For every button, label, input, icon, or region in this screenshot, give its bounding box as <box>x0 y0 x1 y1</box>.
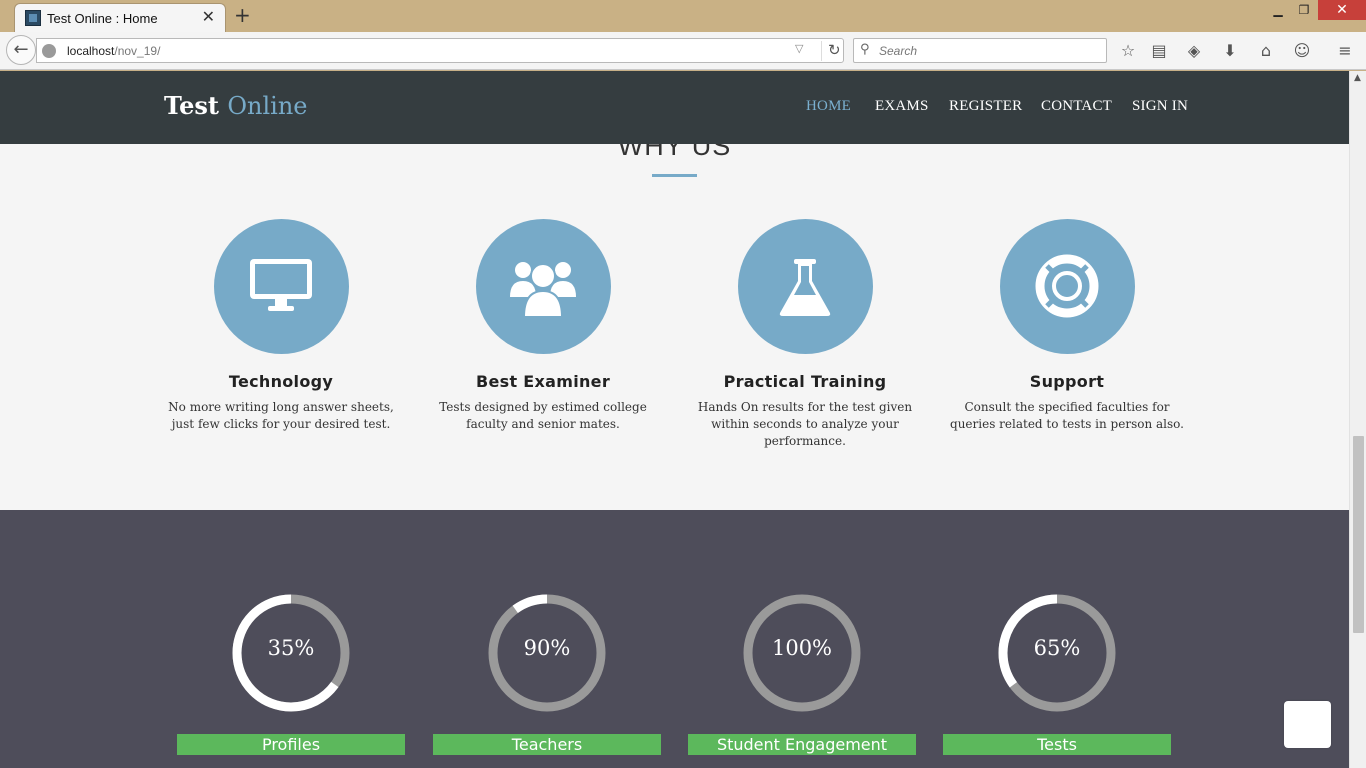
search-placeholder: Search <box>879 44 918 58</box>
search-input[interactable]: ⚲ Search <box>853 38 1107 63</box>
tab-title: Test Online : Home <box>47 11 158 26</box>
scroll-up-icon[interactable]: ▲ <box>1354 73 1361 83</box>
nav-register[interactable]: REGISTER <box>949 98 1022 115</box>
pocket-icon[interactable]: ◈ <box>1183 40 1205 62</box>
minimize-window-button[interactable]: ▁ <box>1266 0 1290 20</box>
reload-icon[interactable]: ↻ <box>821 41 841 61</box>
stat-label: Teachers <box>433 734 661 755</box>
star-icon[interactable]: ☆ <box>1117 40 1139 62</box>
feature-support: Support Consult the specified faculties … <box>941 219 1193 433</box>
close-window-button[interactable]: ✕ <box>1318 0 1366 20</box>
feature-title: Technology <box>228 372 334 391</box>
feature-description: Consult the specified faculties for quer… <box>950 400 1184 431</box>
url-text[interactable]: localhost/nov_19/ <box>67 44 160 58</box>
feature-icon-circle <box>475 219 611 354</box>
feature-icon-circle <box>737 219 873 354</box>
lifebuoy-icon <box>1035 254 1098 318</box>
url-path: /nov_19/ <box>114 44 161 58</box>
close-tab-icon[interactable]: ✕ <box>202 8 215 26</box>
feature-title: Support <box>1029 372 1105 391</box>
globe-icon <box>42 44 56 58</box>
feature-title: Practical Training <box>723 372 887 391</box>
nav-exams[interactable]: EXAMS <box>875 98 929 115</box>
new-tab-button[interactable]: + <box>234 5 251 25</box>
back-to-top-button[interactable] <box>1284 701 1331 748</box>
feature-technology: Technology No more writing long answer s… <box>155 219 407 433</box>
feature-title: Best Examiner <box>475 372 611 391</box>
stat-value: 100% <box>771 636 833 660</box>
reading-list-icon[interactable]: ▤ <box>1148 40 1170 62</box>
browser-tab[interactable]: Test Online : Home ✕ <box>14 3 226 32</box>
title-underline <box>652 174 697 177</box>
nav-contact[interactable]: CONTACT <box>1041 98 1112 115</box>
address-bar[interactable]: localhost/nov_19/ ▽ ↻ <box>36 38 844 63</box>
group-icon <box>509 262 576 318</box>
flask-icon <box>779 259 830 316</box>
feature-icon-circle <box>213 219 349 354</box>
scrollbar-thumb[interactable] <box>1353 436 1364 633</box>
download-icon[interactable]: ⬇ <box>1219 40 1241 62</box>
feature-description: Hands On results for the test given with… <box>697 400 913 448</box>
browser-tab-strip: Test Online : Home ✕ + ▁ ❐ ✕ <box>0 0 1366 32</box>
stat-value: 65% <box>1033 636 1081 660</box>
restore-window-button[interactable]: ❐ <box>1292 0 1316 20</box>
monitor-icon <box>249 259 312 311</box>
feature-description: No more writing long answer sheets, just… <box>168 400 394 431</box>
site-navbar: Test Online HOME EXAMS REGISTER CONTACT … <box>0 71 1349 144</box>
search-icon: ⚲ <box>860 42 870 57</box>
brand-main: Test <box>164 91 219 120</box>
stats-section: 35% Profiles 90% Teachers 100% Student E… <box>0 510 1349 768</box>
feature-icon-circle <box>999 219 1135 354</box>
stat-value: 35% <box>267 636 315 660</box>
page-scrollbar[interactable]: ▲ <box>1349 71 1366 768</box>
home-icon[interactable]: ⌂ <box>1255 40 1277 62</box>
back-button[interactable]: ← <box>6 35 36 65</box>
feature-description: Tests designed by estimed college facult… <box>439 400 647 431</box>
site-brand[interactable]: Test Online <box>164 91 308 120</box>
page-viewport: Test Online HOME EXAMS REGISTER CONTACT … <box>0 71 1349 768</box>
stat-label: Tests <box>943 734 1171 755</box>
url-history-dropdown-icon[interactable]: ▽ <box>795 42 803 55</box>
stat-label: Profiles <box>177 734 405 755</box>
browser-toolbar: localhost/nov_19/ ▽ ↻ ← ⚲ Search ☆ ▤ ◈ ⬇ ⌂ ☺ ≡ <box>0 32 1366 70</box>
nav-sign-in[interactable]: SIGN IN <box>1132 98 1188 115</box>
stat-value: 90% <box>523 636 571 660</box>
site-favicon-icon <box>25 10 41 26</box>
stat-label: Student Engagement <box>688 734 916 755</box>
feature-practical-training: Practical Training Hands On results for … <box>679 219 931 450</box>
url-host: localhost <box>67 44 115 58</box>
menu-icon[interactable]: ≡ <box>1334 40 1356 62</box>
nav-home[interactable]: HOME <box>806 98 851 115</box>
smiley-icon[interactable]: ☺ <box>1291 40 1313 62</box>
brand-accent: Online <box>227 92 308 120</box>
feature-best-examiner: Best Examiner Tests designed by estimed … <box>417 219 669 433</box>
